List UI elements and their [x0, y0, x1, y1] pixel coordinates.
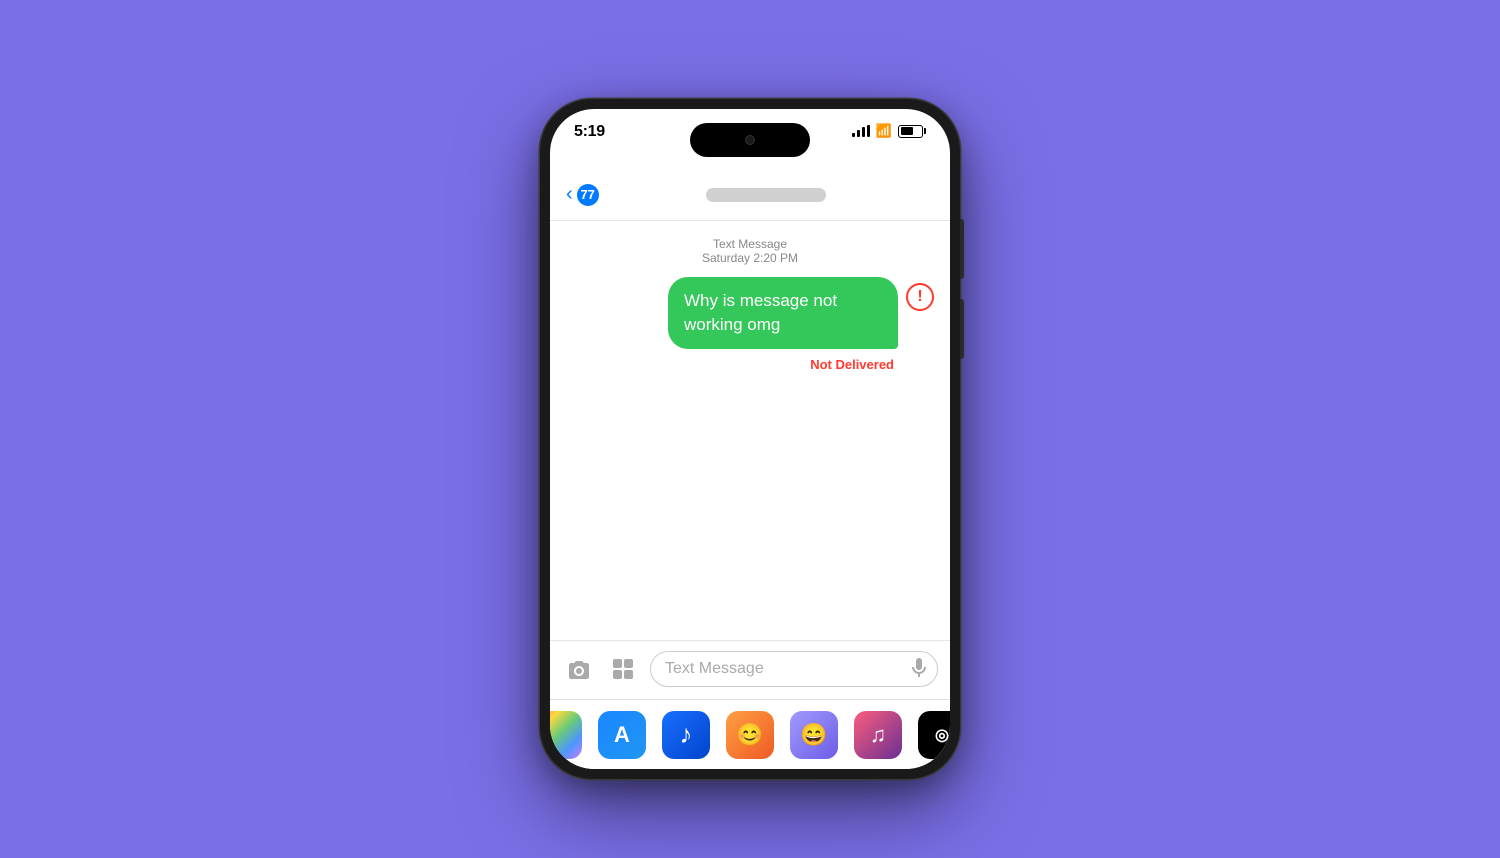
- message-bubble[interactable]: Why is message not working omg: [668, 277, 898, 349]
- camera-button[interactable]: [562, 652, 596, 686]
- phone-wrapper: 5:19 📶: [540, 99, 960, 779]
- message-row: Why is message not working omg !: [566, 277, 934, 349]
- dynamic-island: [690, 123, 810, 157]
- message-date-label: Saturday 2:20 PM: [566, 251, 934, 265]
- dock-bitmoji1-symbol: 😊: [736, 722, 763, 748]
- message-meta: Text Message Saturday 2:20 PM: [566, 237, 934, 265]
- dock-shazam-icon[interactable]: ♪: [662, 711, 710, 759]
- dock-bitmoji1-icon[interactable]: 😊: [726, 711, 774, 759]
- messages-area[interactable]: Text Message Saturday 2:20 PM Why is mes…: [550, 221, 950, 640]
- dock: A ♪ 😊 😄 ♫ ◎: [550, 699, 950, 769]
- back-chevron-icon: ‹: [566, 184, 573, 204]
- page-background: 5:19 📶: [540, 79, 960, 779]
- battery-icon: [898, 125, 926, 138]
- back-badge: 77: [577, 184, 599, 206]
- back-button[interactable]: ‹ 77: [566, 184, 599, 206]
- dock-appstore-symbol: A: [614, 722, 630, 748]
- signal-icon: [852, 125, 870, 137]
- nav-bar: ‹ 77: [550, 169, 950, 221]
- dock-bitmoji2-symbol: 😄: [800, 722, 827, 748]
- input-area: Text Message: [550, 640, 950, 699]
- apps-button[interactable]: [606, 652, 640, 686]
- status-time: 5:19: [574, 123, 605, 141]
- status-right-icons: 📶: [852, 123, 926, 139]
- phone-screen: 5:19 📶: [550, 109, 950, 769]
- mic-icon[interactable]: [911, 656, 927, 683]
- nav-contact-area: [599, 188, 934, 202]
- text-input-placeholder: Text Message: [665, 660, 764, 678]
- dock-music-icon[interactable]: ♫: [854, 711, 902, 759]
- wifi-icon: 📶: [876, 123, 892, 139]
- dock-bitmoji2-icon[interactable]: 😄: [790, 711, 838, 759]
- error-icon[interactable]: !: [906, 283, 934, 311]
- dock-appstore-icon[interactable]: A: [598, 711, 646, 759]
- dock-shazam-symbol: ♪: [680, 719, 693, 750]
- text-input-bar[interactable]: Text Message: [650, 651, 938, 687]
- not-delivered-label: Not Delivered: [566, 357, 934, 372]
- dynamic-island-camera: [745, 135, 755, 145]
- nav-contact-name-blurred: [706, 188, 826, 202]
- dock-music-symbol: ♫: [870, 722, 887, 748]
- message-type-label: Text Message: [566, 237, 934, 251]
